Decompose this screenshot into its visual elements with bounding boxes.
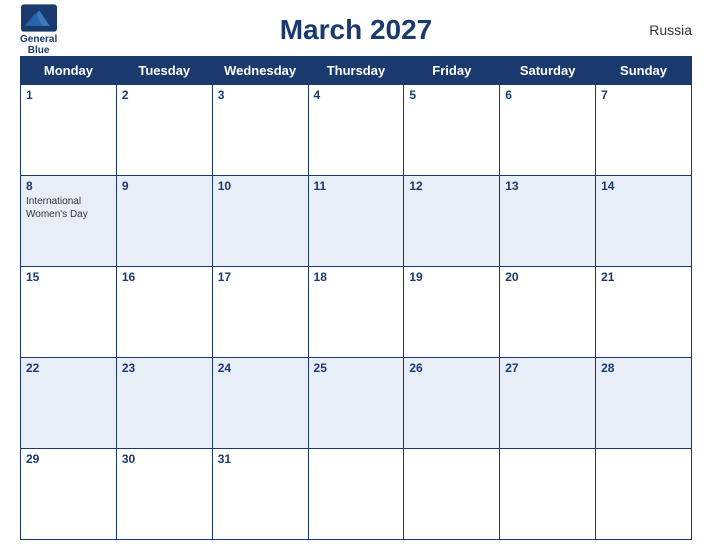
calendar-cell-14: 14 xyxy=(596,176,692,267)
calendar-cell-8: 8 International Women's Day xyxy=(21,176,117,267)
day-header-friday: Friday xyxy=(404,57,500,85)
day-number: 17 xyxy=(218,270,303,284)
calendar-title: March 2027 xyxy=(280,14,433,46)
days-header-row: MondayTuesdayWednesdayThursdayFridaySatu… xyxy=(21,57,692,85)
day-number: 15 xyxy=(26,270,111,284)
day-number: 9 xyxy=(122,179,207,193)
day-number: 28 xyxy=(601,361,686,375)
day-number: 10 xyxy=(218,179,303,193)
calendar-cell-24: 24 xyxy=(212,358,308,449)
day-header-thursday: Thursday xyxy=(308,57,404,85)
day-number: 21 xyxy=(601,270,686,284)
calendar-cell-13: 13 xyxy=(500,176,596,267)
calendar-cell-23: 23 xyxy=(116,358,212,449)
day-number: 1 xyxy=(26,88,111,102)
day-header-tuesday: Tuesday xyxy=(116,57,212,85)
day-number: 19 xyxy=(409,270,494,284)
week-row-4: 22 23 24 25 26 27 28 xyxy=(21,358,692,449)
calendar-cell-28: 28 xyxy=(596,358,692,449)
calendar-cell-5: 5 xyxy=(404,85,500,176)
day-number: 5 xyxy=(409,88,494,102)
day-header-monday: Monday xyxy=(21,57,117,85)
calendar-cell-9: 9 xyxy=(116,176,212,267)
day-number: 25 xyxy=(314,361,399,375)
day-number: 29 xyxy=(26,452,111,466)
week-row-2: 8 International Women's Day 9 10 11 12 13 14 xyxy=(21,176,692,267)
calendar-cell-6: 6 xyxy=(500,85,596,176)
calendar-cell-16: 16 xyxy=(116,267,212,358)
calendar-header: General Blue March 2027 Russia xyxy=(20,10,692,50)
week-row-1: 1234567 xyxy=(21,85,692,176)
calendar-cell-1: 1 xyxy=(21,85,117,176)
day-number: 13 xyxy=(505,179,590,193)
calendar-cell-18: 18 xyxy=(308,267,404,358)
day-number: 4 xyxy=(314,88,399,102)
logo-line1: General xyxy=(20,34,57,45)
day-number: 8 xyxy=(26,179,111,193)
calendar-cell-3: 3 xyxy=(212,85,308,176)
calendar-cell-29: 29 xyxy=(21,449,117,540)
calendar-cell-27: 27 xyxy=(500,358,596,449)
week-row-5: 29 30 31 xyxy=(21,449,692,540)
calendar-cell-empty xyxy=(308,449,404,540)
calendar-cell-7: 7 xyxy=(596,85,692,176)
calendar-cell-11: 11 xyxy=(308,176,404,267)
day-number: 23 xyxy=(122,361,207,375)
week-row-3: 15 16 17 18 19 20 21 xyxy=(21,267,692,358)
calendar-cell-21: 21 xyxy=(596,267,692,358)
calendar-cell-31: 31 xyxy=(212,449,308,540)
logo-line2: Blue xyxy=(28,45,50,56)
day-number: 7 xyxy=(601,88,686,102)
calendar-cell-empty xyxy=(596,449,692,540)
day-number: 3 xyxy=(218,88,303,102)
calendar-cell-20: 20 xyxy=(500,267,596,358)
day-number: 14 xyxy=(601,179,686,193)
day-number: 18 xyxy=(314,270,399,284)
calendar-table: MondayTuesdayWednesdayThursdayFridaySatu… xyxy=(20,56,692,540)
calendar-cell-15: 15 xyxy=(21,267,117,358)
day-number: 11 xyxy=(314,179,399,193)
calendar-cell-30: 30 xyxy=(116,449,212,540)
day-number: 20 xyxy=(505,270,590,284)
day-header-wednesday: Wednesday xyxy=(212,57,308,85)
calendar-cell-empty xyxy=(404,449,500,540)
calendar-cell-25: 25 xyxy=(308,358,404,449)
calendar-cell-2: 2 xyxy=(116,85,212,176)
event-label: International Women's Day xyxy=(26,195,111,221)
day-number: 27 xyxy=(505,361,590,375)
calendar-cell-12: 12 xyxy=(404,176,500,267)
day-number: 30 xyxy=(122,452,207,466)
day-number: 12 xyxy=(409,179,494,193)
calendar-cell-10: 10 xyxy=(212,176,308,267)
calendar-cell-17: 17 xyxy=(212,267,308,358)
day-header-saturday: Saturday xyxy=(500,57,596,85)
day-number: 16 xyxy=(122,270,207,284)
calendar-cell-empty xyxy=(500,449,596,540)
calendar-cell-22: 22 xyxy=(21,358,117,449)
logo: General Blue xyxy=(20,4,57,56)
calendar-cell-19: 19 xyxy=(404,267,500,358)
calendar-cell-26: 26 xyxy=(404,358,500,449)
day-number: 31 xyxy=(218,452,303,466)
day-number: 2 xyxy=(122,88,207,102)
day-number: 6 xyxy=(505,88,590,102)
day-number: 24 xyxy=(218,361,303,375)
day-number: 26 xyxy=(409,361,494,375)
country-label: Russia xyxy=(649,22,692,38)
calendar-cell-4: 4 xyxy=(308,85,404,176)
day-header-sunday: Sunday xyxy=(596,57,692,85)
day-number: 22 xyxy=(26,361,111,375)
